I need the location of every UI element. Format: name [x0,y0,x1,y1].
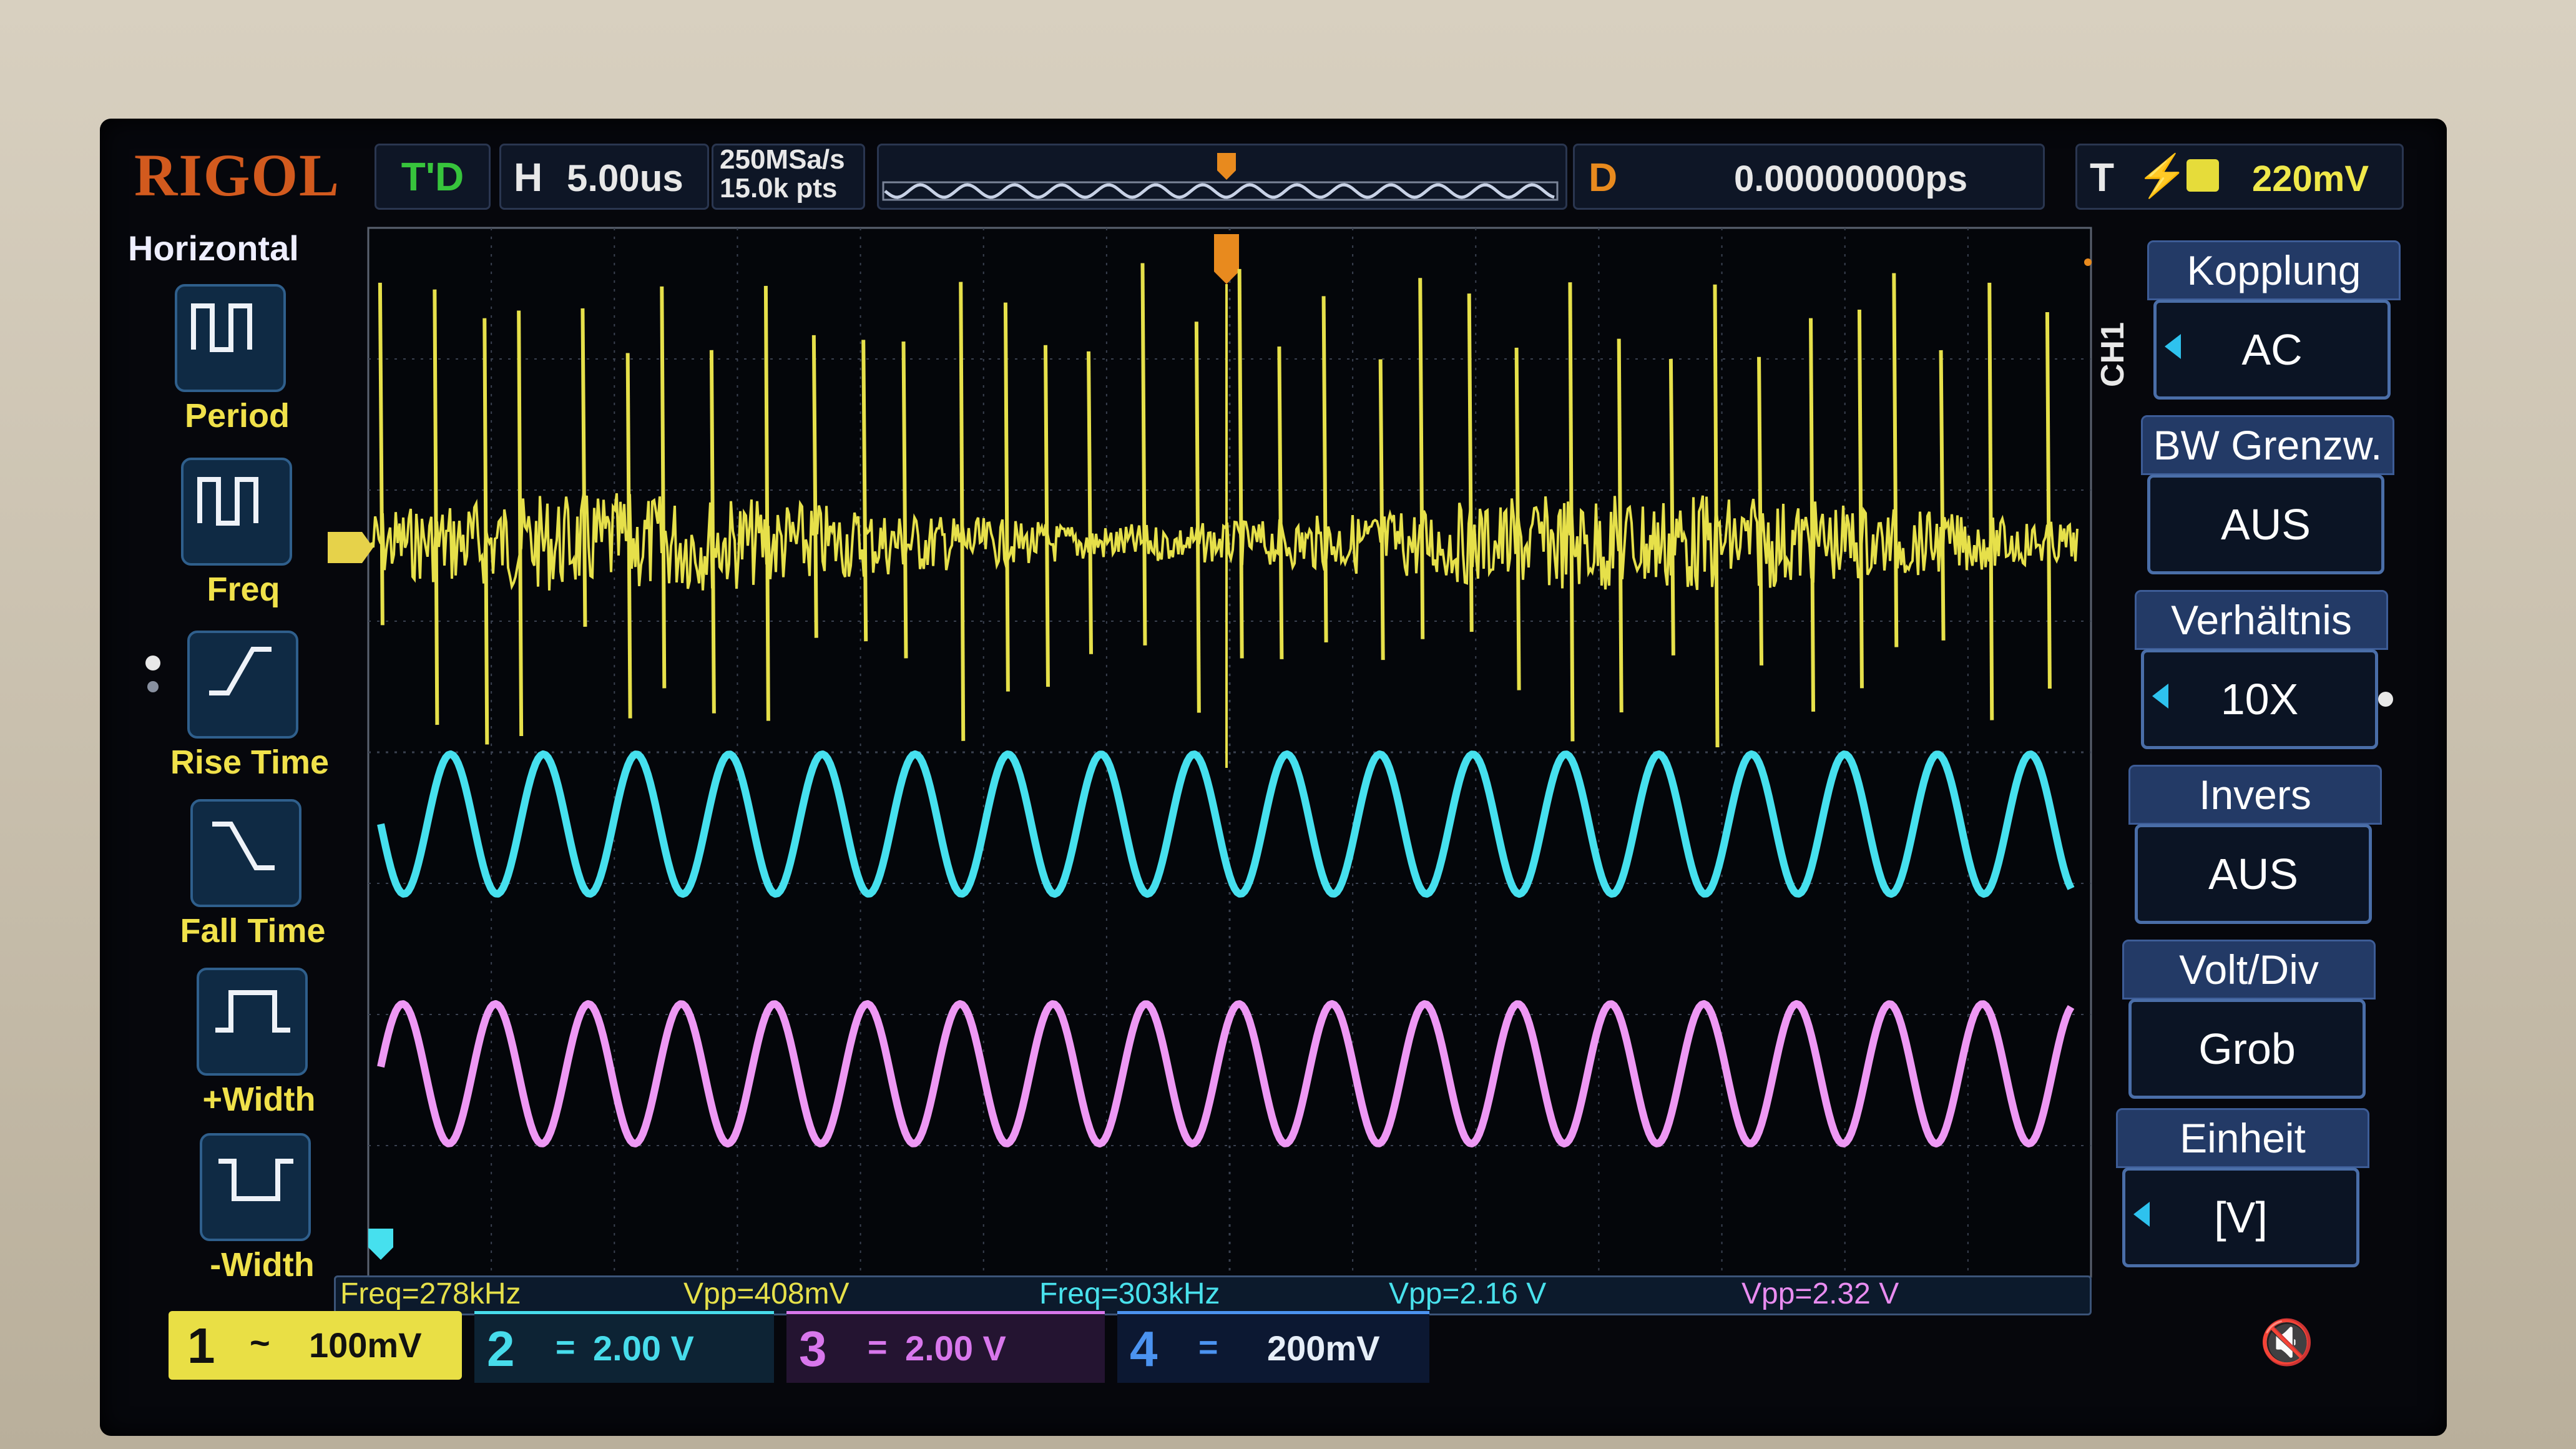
menu-value: AUS [2135,824,2372,924]
menu-value: [V] [2122,1167,2359,1267]
mute-icon[interactable]: 🔇 [2260,1317,2314,1368]
ch1-spike [1987,282,1994,720]
channel-number: 3 [799,1321,827,1377]
ch1-spike [1003,302,1010,692]
menu-bw-grenzw[interactable]: BW Grenzw. AUS [2141,415,2394,577]
channel-4-tab[interactable]: 4 = 200mV [1117,1311,1429,1383]
menu-kopplung[interactable]: Kopplung AC [2147,240,2401,403]
measure-plus-width-button[interactable]: +Width [172,968,315,1142]
menu-value: 10X [2141,649,2378,749]
menu-title: Einheit [2116,1108,2369,1168]
ch1-spike [901,341,908,659]
menu-title: Kopplung [2147,240,2401,300]
trigger-level-dot [2084,258,2092,266]
measure-rise-time-button[interactable]: Rise Time [162,631,329,805]
measure-panel-title: Horizontal [128,228,299,268]
ch1-spike [2045,312,2052,689]
channel-menu-title: CH1 [2095,322,2131,387]
channel-number: 4 [1130,1321,1158,1377]
measure-label: +Width [202,1081,316,1118]
ch1-spike [1321,296,1328,642]
ch1-spike [1277,346,1284,659]
measurement-result[interactable]: Vpp=2.16 V [1389,1277,1546,1312]
ch1-spike [1194,322,1201,713]
ch1-spike [1140,263,1147,646]
ch1-spike [1809,318,1816,712]
ch1-spike [1087,351,1094,654]
ch1-offset-marker[interactable] [328,532,373,563]
channel-1-tab[interactable]: 1 ~ 100mV [169,1311,462,1380]
measurement-result[interactable]: Freq=278kHz [340,1277,521,1312]
ch1-spike [1857,309,1864,689]
ch1-spike [1043,345,1050,687]
ch1-spike [1892,273,1899,647]
ch1-spike [811,335,818,638]
menu-verhaeltnis[interactable]: Verhältnis 10X [2135,590,2388,752]
ch1-spike [660,286,667,689]
measure-label: Freq [207,571,280,608]
measurement-result[interactable]: Vpp=408mV [683,1277,850,1312]
measure-minus-width-button[interactable]: -Width [175,1133,315,1308]
menu-title: BW Grenzw. [2141,415,2394,475]
ch1-spike [861,340,868,642]
dc-coupling-icon: = [868,1329,888,1366]
ch1-spike [1757,356,1764,666]
dc-coupling-icon: = [556,1329,575,1366]
measurement-result[interactable]: Freq=303kHz [1039,1277,1220,1312]
plus-width-icon [197,968,308,1076]
channel-scale: 200mV [1267,1329,1380,1368]
overview-trigger-marker [1217,153,1236,180]
period-icon [175,284,286,392]
freq-icon [181,458,292,566]
measure-freq-button[interactable]: Freq [156,458,292,632]
menu-invers[interactable]: Invers AUS [2128,765,2382,927]
fall-time-icon [190,799,301,907]
menu-title: Verhältnis [2135,590,2388,650]
channel-number: 2 [487,1321,515,1377]
ch1-spike [959,282,966,741]
menu-arrow-icon [2133,1202,2150,1227]
menu-page-dot [147,681,159,692]
channel-scale: 2.00 V [905,1329,1006,1368]
menu-value: Grob [2128,999,2366,1099]
measure-fall-time-button[interactable]: Fall Time [165,799,326,974]
ch1-spike [1617,338,1623,713]
menu-arrow-icon [2152,684,2168,709]
menu-title: Invers [2128,765,2382,825]
channel-3-tab[interactable]: 3 = 2.00 V [786,1311,1105,1383]
measure-period-button[interactable]: Period [150,284,290,459]
ch1-spike [580,308,587,627]
ch1-spike [378,282,384,626]
dc-coupling-icon: = [1198,1329,1218,1366]
overview-waveform [884,183,1555,199]
menu-volt-div[interactable]: Volt/Div Grob [2122,940,2376,1102]
ch1-spike [1939,350,1946,641]
ch1-spike [433,289,439,725]
ch1-spike [1237,268,1244,659]
ch1-spike [1467,293,1474,632]
channel-2-tab[interactable]: 2 = 2.00 V [474,1311,774,1383]
menu-value: AUS [2147,474,2384,574]
channel-scale: 2.00 V [593,1329,694,1368]
menu-einheit[interactable]: Einheit [V] [2116,1108,2369,1270]
measure-label: Fall Time [180,912,326,950]
minus-width-icon [200,1133,311,1241]
menu-title: Volt/Div [2122,940,2376,1000]
ac-coupling-icon: ~ [250,1323,270,1362]
menu-arrow-icon [2165,334,2181,359]
ch1-spike [1418,278,1425,639]
measure-label: Rise Time [170,744,330,781]
menu-page-dot [145,656,160,670]
ch1-spike [1378,359,1385,661]
measure-label: -Width [210,1246,315,1284]
ch1-spike [1668,358,1675,656]
menu-value: AC [2153,300,2391,400]
measure-label: Period [184,397,290,435]
channel-number: 1 [187,1318,215,1373]
measurement-result[interactable]: Vpp=2.32 V [1741,1277,1899,1312]
channel-scale: 100mV [309,1325,422,1365]
ch1-spike [763,285,770,721]
rise-time-icon [187,631,298,739]
